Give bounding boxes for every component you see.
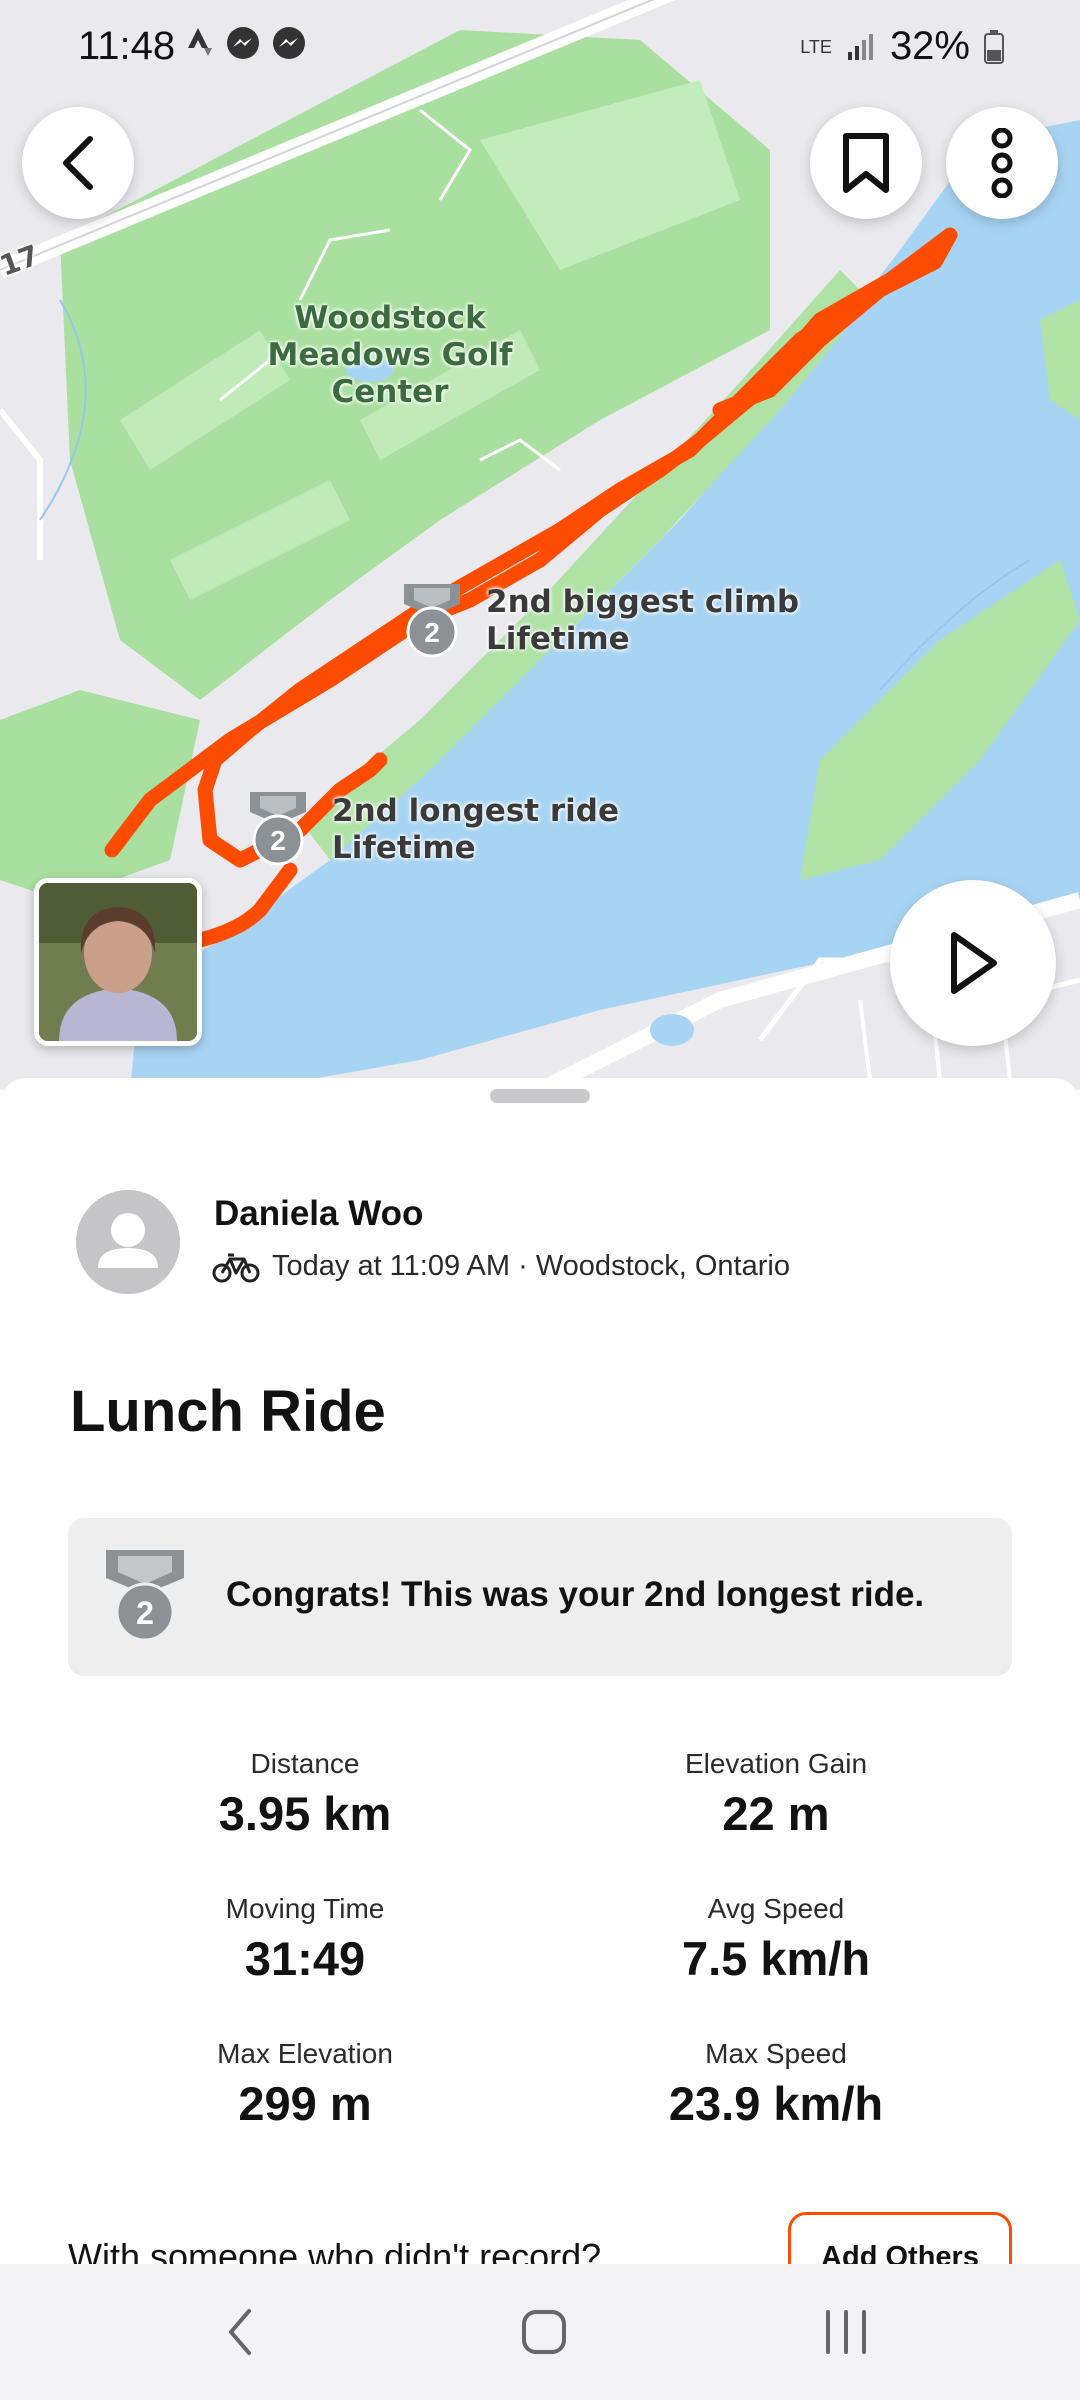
messenger-icon [273,27,305,59]
avatar[interactable] [76,1190,180,1294]
status-bar: 11:48 LTE 32% [0,0,1080,92]
medal-icon: 2 [106,1550,184,1642]
activity-photo-thumbnail[interactable] [34,878,202,1046]
messenger-icon [227,27,259,59]
notification-icons [188,26,306,60]
flyover-play-button[interactable] [890,880,1056,1046]
strava-icon [188,28,212,56]
home-square-icon [522,2310,566,2354]
activity-date-location: Today at 11:09 AM · Woodstock, Ontario [272,1250,790,1282]
nav-home-button[interactable] [444,2264,644,2400]
achievement-scope: Lifetime [486,621,630,658]
save-route-button[interactable] [810,107,922,219]
recents-icon [826,2310,866,2354]
back-button[interactable] [22,107,134,219]
more-vertical-icon [991,128,1013,198]
athlete-photo [39,883,197,1041]
system-indicators: LTE 32% [800,24,1004,69]
stat-moving-time: Moving Time 31:49 [70,1893,540,1986]
chevron-left-icon [229,2309,251,2355]
stat-elevation-gain: Elevation Gain 22 m [541,1748,1011,1841]
stat-label: Distance [250,1748,360,1779]
stat-label: Max Speed [705,2038,847,2069]
battery-icon [984,29,1004,64]
stat-value: 7.5 km/h [681,1932,871,1985]
achievement-message: Congrats! This was your 2nd longest ride… [226,1575,925,1614]
stat-value: 299 m [238,2077,372,2130]
sheet-drag-handle[interactable] [490,1089,590,1103]
achievement-ride-label: 2nd longest ride Lifetime [332,793,619,867]
add-others-button[interactable]: Add Others [788,2212,1012,2264]
stat-value: 22 m [722,1787,830,1840]
medal-rank: 2 [270,825,286,856]
more-options-button[interactable] [946,107,1058,219]
stat-value: 31:49 [244,1932,366,1985]
nav-back-button[interactable] [140,2264,340,2400]
achievement-banner[interactable]: 2 Congrats! This was your 2nd longest ri… [68,1518,1012,1676]
chevron-left-icon [63,136,93,190]
achievement-title: 2nd longest ride [332,793,620,829]
system-navigation-bar [0,2264,1080,2400]
stat-label: Moving Time [225,1893,385,1924]
stat-value: 23.9 km/h [668,2077,884,2130]
bookmark-icon [843,133,889,193]
nav-recents-button[interactable] [746,2264,946,2400]
athlete-name[interactable]: Daniela Woo [214,1194,423,1234]
achievement-climb-label: 2nd biggest climb Lifetime [486,584,799,658]
add-others-prompt: With someone who didn't record? [68,2236,602,2264]
stat-label: Avg Speed [707,1893,845,1924]
medal-rank: 2 [424,617,440,648]
bike-icon [212,1253,260,1282]
golf-course-label: Woodstock Meadows Golf Center [267,300,513,411]
play-icon [951,932,997,994]
stat-max-speed: Max Speed 23.9 km/h [541,2038,1011,2131]
achievement-title: 2nd biggest climb [486,584,800,620]
medal-icon[interactable]: 2 [246,790,310,868]
achievement-scope: Lifetime [332,830,476,867]
status-time: 11:48 [78,24,176,68]
stat-distance: Distance 3.95 km [70,1748,540,1841]
activity-title: Lunch Ride [70,1379,386,1444]
network-type: LTE [800,36,832,57]
medal-icon[interactable]: 2 [400,582,464,660]
stat-label: Elevation Gain [684,1748,868,1779]
signal-icon [847,33,873,60]
user-placeholder-icon [98,1213,158,1268]
stat-avg-speed: Avg Speed 7.5 km/h [541,1893,1011,1986]
medal-rank: 2 [136,1595,154,1631]
battery-percent: 32% [889,24,970,68]
route-map[interactable]: 17 Woodstock Meadows Golf Center 2 2nd b… [0,0,1080,1090]
activity-detail-sheet[interactable]: Daniela Woo Today at 11:09 AM · Woodstoc… [0,1078,1080,2264]
stat-value: 3.95 km [218,1787,392,1840]
stat-label: Max Elevation [217,2038,393,2069]
activity-meta: Today at 11:09 AM · Woodstock, Ontario [212,1250,790,1283]
stat-max-elevation: Max Elevation 299 m [70,2038,540,2131]
